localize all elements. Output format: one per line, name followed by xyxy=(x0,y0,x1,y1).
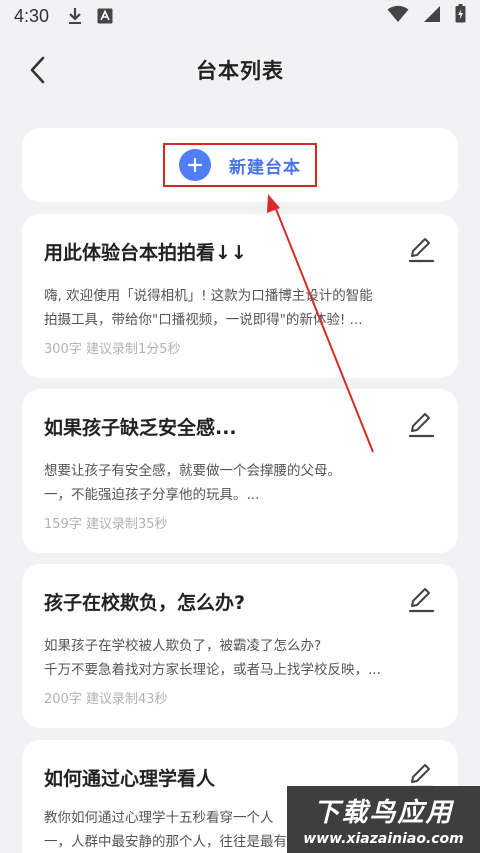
script-meta: 200字 建议录制43秒 xyxy=(44,692,168,707)
script-preview-line: 嗨, 欢迎使用「说得相机」! 这款为口播博主设计的智能 xyxy=(44,288,373,304)
script-title: 如何通过心理学看人 xyxy=(44,768,216,790)
edit-icon[interactable] xyxy=(406,584,436,614)
battery-icon xyxy=(455,4,466,28)
download-icon xyxy=(67,7,83,25)
script-preview: 嗨, 欢迎使用「说得相机」! 这款为口播博主设计的智能 拍摄工具，带给你"口播视… xyxy=(44,284,436,332)
header: 台本列表 xyxy=(0,32,480,108)
new-script-label: 新建台本 xyxy=(229,157,301,178)
script-meta: 159字 建议录制35秒 xyxy=(44,517,168,532)
signal-icon xyxy=(423,5,441,28)
watermark: 下载鸟应用 www.xiazainiao.com xyxy=(287,786,480,853)
wifi-icon xyxy=(387,5,409,28)
script-title: 如果孩子缺乏安全感... xyxy=(44,417,237,439)
edit-icon[interactable] xyxy=(406,234,436,264)
watermark-name: 下载鸟应用 xyxy=(313,798,454,828)
back-button[interactable] xyxy=(22,54,54,86)
script-card[interactable]: 孩子在校欺负，怎么办? 如果孩子在学校被人欺负了，被霸凌了怎么办? 千万不要急着… xyxy=(22,564,458,728)
script-title: 用此体验台本拍拍看↓↓ xyxy=(44,242,247,264)
watermark-url: www.xiazainiao.com xyxy=(303,831,464,847)
script-preview-line: 千万不要急着找对方家长理论，或者马上找学校反映，... xyxy=(44,662,381,678)
new-script-card[interactable]: 新建台本 xyxy=(22,128,458,202)
script-card[interactable]: 如果孩子缺乏安全感... 想要让孩子有安全感，就要做一个会撑腰的父母。 一，不能… xyxy=(22,389,458,553)
script-title: 孩子在校欺负，怎么办? xyxy=(44,592,246,614)
plus-circle-icon xyxy=(179,149,211,181)
script-preview: 如果孩子在学校被人欺负了，被霸凌了怎么办? 千万不要急着找对方家长理论，或者马上… xyxy=(44,634,436,682)
script-preview: 想要让孩子有安全感，就要做一个会撑腰的父母。 一，不能强迫孩子分享他的玩具。..… xyxy=(44,459,436,507)
status-time: 4:30 xyxy=(14,5,50,26)
page-title: 台本列表 xyxy=(196,59,284,83)
script-preview-line: 一，不能强迫孩子分享他的玩具。... xyxy=(44,487,260,503)
new-script-button[interactable]: 新建台本 xyxy=(163,143,317,187)
script-card[interactable]: 用此体验台本拍拍看↓↓ 嗨, 欢迎使用「说得相机」! 这款为口播博主设计的智能 … xyxy=(22,214,458,378)
script-preview-line: 拍摄工具，带给你"口播视频，一说即得"的新体验! ... xyxy=(44,312,363,328)
script-preview-line: 想要让孩子有安全感，就要做一个会撑腰的父母。 xyxy=(44,463,341,479)
script-meta: 300字 建议录制1分5秒 xyxy=(44,342,181,357)
script-preview-line: 如果孩子在学校被人欺负了，被霸凌了怎么办? xyxy=(44,638,322,654)
app-notification-icon xyxy=(97,8,113,24)
chevron-left-icon xyxy=(30,56,45,84)
status-bar: 4:30 xyxy=(0,0,480,32)
edit-icon[interactable] xyxy=(406,409,436,439)
